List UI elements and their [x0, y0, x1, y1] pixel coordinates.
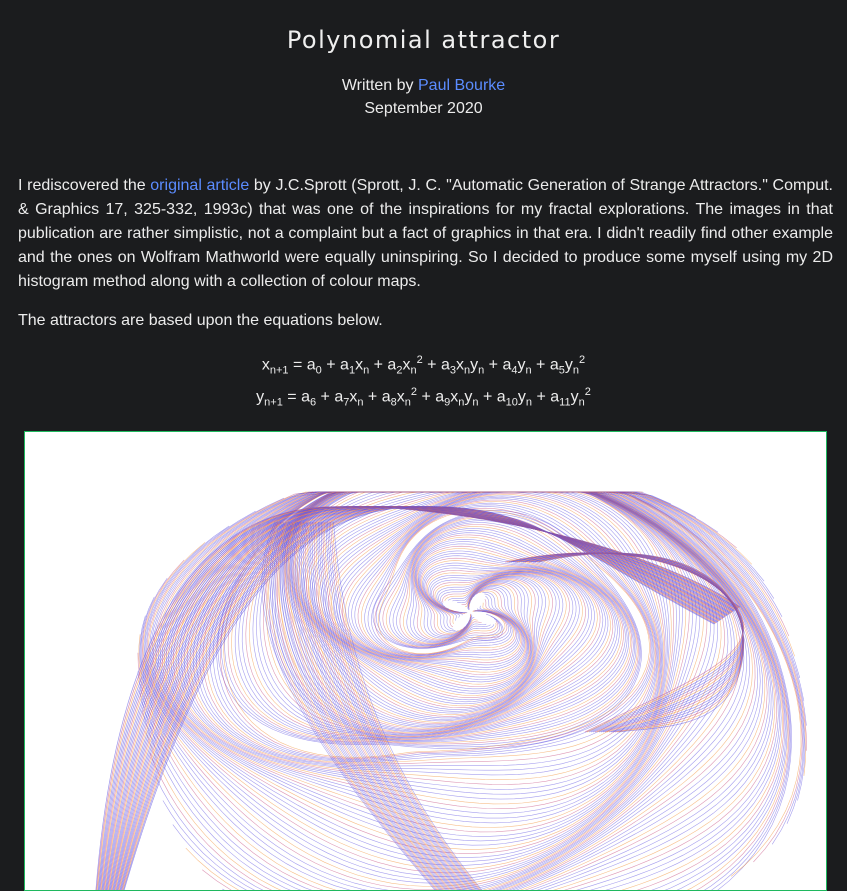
eq-variable: x	[355, 356, 364, 374]
eq-variable: y	[570, 388, 579, 406]
eq-equals: =	[282, 388, 302, 406]
eq-coefficient: a	[381, 388, 391, 406]
eq-plus: +	[316, 388, 335, 406]
eq-subscript: 10	[505, 396, 518, 409]
intro-text-start: I rediscovered the	[18, 177, 151, 194]
eq-coefficient: a	[301, 388, 310, 406]
eq-subscript: 11	[559, 396, 571, 409]
eq-exponent: 2	[579, 354, 586, 366]
attractor-render	[95, 491, 807, 890]
eq-coefficient: a	[550, 388, 560, 406]
eq-variable: x	[261, 356, 270, 374]
eq-plus: +	[422, 356, 441, 374]
eq-subscript: n+1	[269, 364, 289, 377]
intro-paragraph: I rediscovered the original article by J…	[18, 174, 833, 294]
eq-subscript: n	[410, 364, 417, 377]
attractor-orbit	[142, 491, 725, 890]
eq-plus: +	[478, 388, 497, 406]
eq-subscript: n+1	[264, 396, 283, 409]
eq-exponent: 2	[584, 386, 591, 398]
author-link[interactable]: Paul Bourke	[418, 77, 505, 94]
eq-plus: +	[531, 356, 550, 374]
eq-subscript: n	[404, 396, 411, 409]
publish-date: September 2020	[364, 100, 483, 117]
eq-coefficient: a	[340, 356, 349, 374]
eq-variable: y	[256, 388, 265, 406]
eq-variable: x	[455, 356, 464, 374]
equation-y: yn+1 = a6 + a7xn + a8xn2 + a9xnyn + a10y…	[0, 386, 847, 409]
eq-plus: +	[369, 356, 388, 374]
eq-coefficient: a	[549, 356, 559, 374]
attractor-image	[24, 431, 827, 891]
eq-coefficient: a	[334, 388, 344, 406]
eq-variable: x	[396, 388, 405, 406]
eq-plus: +	[532, 388, 551, 406]
byline: Written by Paul Bourke September 2020	[0, 74, 847, 120]
eq-coefficient: a	[496, 388, 506, 406]
eq-variable: y	[470, 356, 479, 374]
eq-coefficient: a	[306, 356, 316, 374]
eq-equals: =	[288, 356, 307, 374]
page-title: Polynomial attractor	[286, 26, 561, 54]
eq-coefficient: a	[435, 388, 445, 406]
eq-plus: +	[417, 388, 436, 406]
equation-x: xn+1 = a0 + a1xn + a2xn2 + a3xnyn + a4yn…	[0, 354, 847, 377]
eq-variable: y	[517, 388, 526, 406]
eq-subscript: n	[572, 364, 579, 377]
eq-plus: +	[363, 388, 382, 406]
written-by-label: Written by	[341, 77, 414, 94]
eq-variable: y	[564, 356, 573, 374]
original-article-link[interactable]: original article	[150, 177, 249, 194]
eq-coefficient: a	[387, 356, 397, 374]
eq-subscript: n	[578, 396, 585, 409]
eq-plus: +	[484, 356, 503, 374]
eq-plus: +	[321, 356, 341, 374]
eq-coefficient: a	[440, 356, 450, 374]
equations-intro: The attractors are based upon the equati…	[18, 312, 383, 329]
